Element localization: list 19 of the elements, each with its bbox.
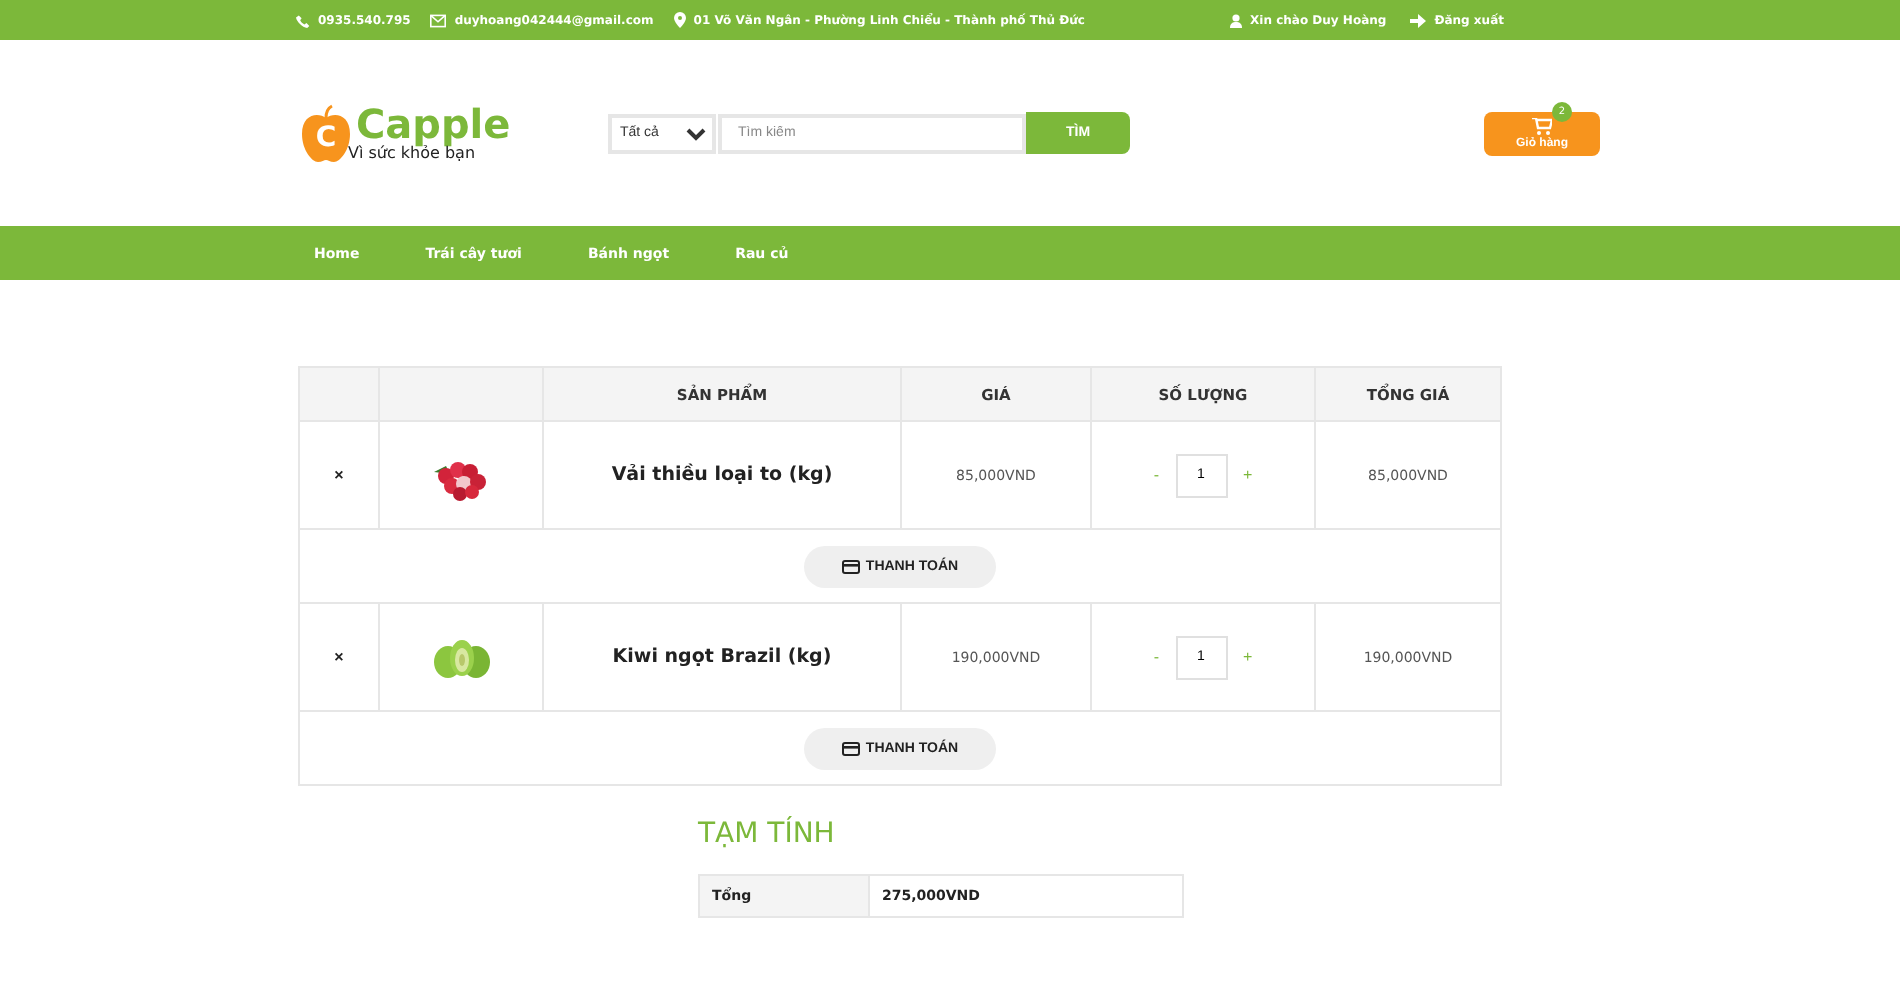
remove-button[interactable]: × <box>334 466 344 484</box>
decrease-button[interactable]: - <box>1153 466 1159 484</box>
increase-button[interactable]: + <box>1243 466 1253 484</box>
decrease-button[interactable]: - <box>1153 648 1159 666</box>
location-pin-icon <box>673 12 686 28</box>
increase-button[interactable]: + <box>1243 648 1253 666</box>
logout-icon <box>1410 13 1427 27</box>
tagline: Vì sức khỏe bạn <box>348 144 476 162</box>
brand-name: Capple <box>356 104 511 144</box>
cart-icon <box>1532 117 1552 135</box>
phone-icon <box>296 13 310 27</box>
subtotal-heading: TẠM TÍNH <box>698 818 837 850</box>
user-icon <box>1230 13 1243 27</box>
product-name: Vải thiều loại to (kg) <box>543 421 901 529</box>
credit-card-icon <box>841 741 860 755</box>
credit-card-icon <box>841 559 860 573</box>
product-name: Kiwi ngọt Brazil (kg) <box>543 603 901 711</box>
mail-icon <box>430 13 447 27</box>
remove-button[interactable]: × <box>334 648 344 666</box>
